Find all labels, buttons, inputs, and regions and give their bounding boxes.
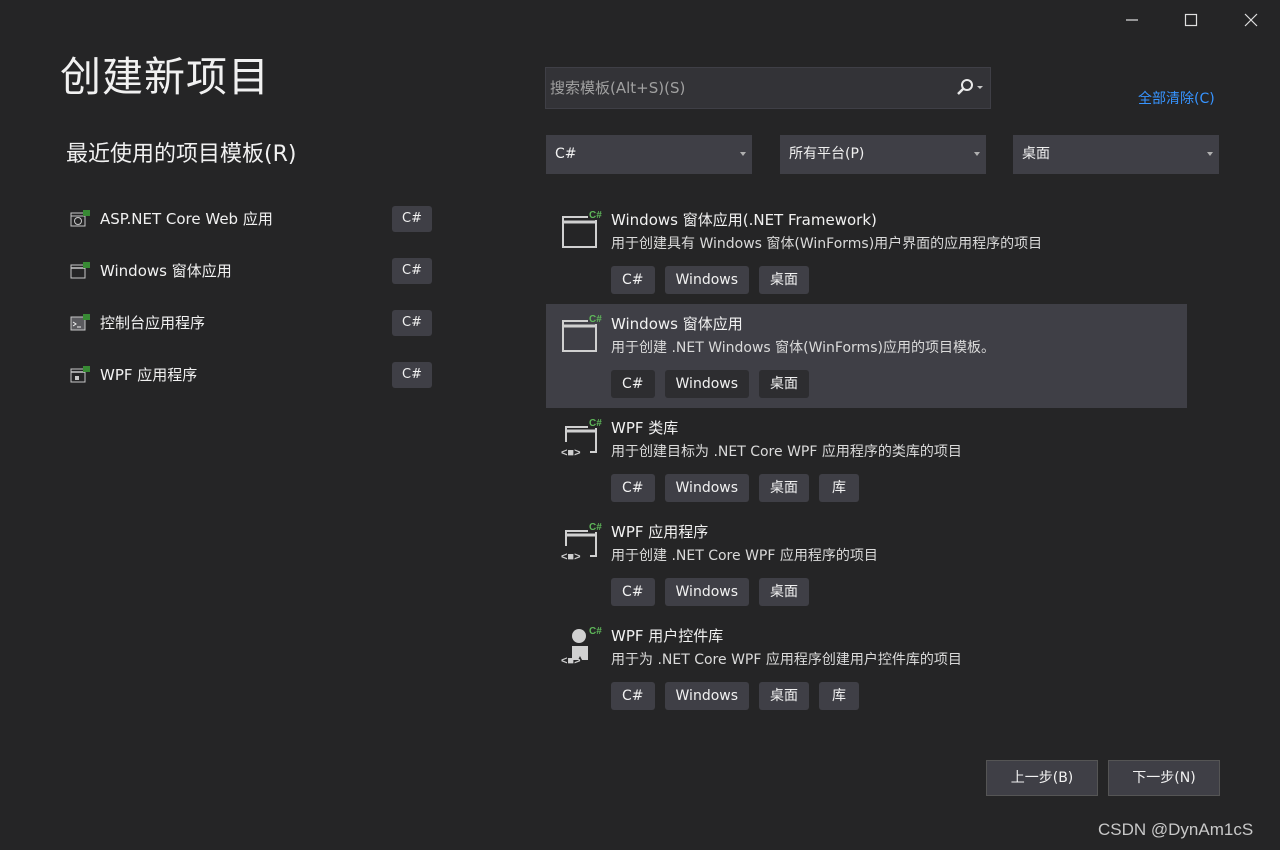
- close-icon: [1244, 13, 1258, 27]
- tag-project-type: 桌面: [759, 578, 810, 606]
- minimize-icon: [1126, 19, 1138, 21]
- template-description: 用于为 .NET Core WPF 应用程序创建用户控件库的项目: [611, 652, 962, 668]
- tag-project-type: 桌面: [759, 370, 810, 398]
- svg-text:C#: C#: [589, 418, 602, 429]
- svg-text:<■>: <■>: [561, 655, 581, 666]
- template-item-wpf-library[interactable]: <■> C# WPF 类库 用于创建目标为 .NET Core WPF 应用程序…: [546, 408, 1187, 512]
- recent-item-console-app[interactable]: 控制台应用程序 C#: [66, 304, 436, 356]
- tag-project-type: 桌面: [759, 266, 810, 294]
- winforms-icon: [70, 262, 90, 279]
- language-tag: C#: [392, 310, 432, 336]
- template-item-wpf-app[interactable]: <■> C# WPF 应用程序 用于创建 .NET Core WPF 应用程序的…: [546, 512, 1187, 616]
- project-type-filter-dropdown[interactable]: 桌面: [1013, 135, 1219, 174]
- page-title: 创建新项目: [60, 53, 270, 101]
- template-tags: C# Windows 桌面: [611, 370, 810, 398]
- recent-item-label: WPF 应用程序: [100, 366, 198, 384]
- wpf-app-icon: [70, 366, 90, 383]
- platform-filter-value: 所有平台(P): [789, 146, 865, 162]
- svg-text:<■>: <■>: [561, 551, 581, 562]
- tag-library: 库: [819, 474, 860, 502]
- minimize-button[interactable]: [1103, 0, 1161, 40]
- tag-platform: Windows: [664, 370, 750, 398]
- template-item-wpf-user-control-library[interactable]: <■> C# WPF 用户控件库 用于为 .NET Core WPF 应用程序创…: [546, 616, 1187, 720]
- svg-text:<■>: <■>: [561, 447, 581, 458]
- recent-item-label: 控制台应用程序: [100, 314, 206, 332]
- template-description: 用于创建 .NET Core WPF 应用程序的项目: [611, 548, 878, 564]
- recent-templates-heading: 最近使用的项目模板(R): [66, 142, 297, 167]
- template-name: WPF 应用程序: [611, 523, 709, 541]
- wpf-app-icon: <■> C#: [561, 521, 602, 562]
- next-button[interactable]: 下一步(N): [1108, 760, 1220, 796]
- tag-language: C#: [611, 266, 655, 294]
- template-item-winforms[interactable]: C# Windows 窗体应用 用于创建 .NET Windows 窗体(Win…: [546, 304, 1187, 408]
- web-app-icon: [70, 210, 90, 227]
- tag-language: C#: [611, 682, 655, 710]
- tag-language: C#: [611, 370, 655, 398]
- maximize-button[interactable]: [1162, 0, 1220, 40]
- template-name: Windows 窗体应用: [611, 315, 743, 333]
- template-tags: C# Windows 桌面 库: [611, 682, 860, 710]
- tag-language: C#: [611, 578, 655, 606]
- svg-text:C#: C#: [589, 522, 602, 533]
- svg-text:C#: C#: [589, 626, 602, 637]
- recent-item-winforms[interactable]: Windows 窗体应用 C#: [66, 252, 436, 304]
- wpf-user-control-icon: <■> C#: [561, 625, 602, 666]
- language-filter-value: C#: [555, 146, 577, 162]
- language-tag: C#: [392, 258, 432, 284]
- recent-templates-list: ASP.NET Core Web 应用 C# Windows 窗体应用 C# 控…: [66, 200, 436, 408]
- tag-language: C#: [611, 474, 655, 502]
- tag-platform: Windows: [664, 578, 750, 606]
- template-tags: C# Windows 桌面: [611, 578, 810, 606]
- chevron-down-icon: [974, 152, 980, 156]
- tag-project-type: 桌面: [759, 474, 810, 502]
- close-button[interactable]: [1222, 0, 1280, 40]
- search-icon: [957, 79, 983, 95]
- tag-platform: Windows: [664, 682, 750, 710]
- project-type-filter-value: 桌面: [1022, 146, 1050, 162]
- language-filter-dropdown[interactable]: C#: [546, 135, 752, 174]
- template-description: 用于创建目标为 .NET Core WPF 应用程序的类库的项目: [611, 444, 962, 460]
- tag-library: 库: [819, 682, 860, 710]
- template-tags: C# Windows 桌面 库: [611, 474, 860, 502]
- template-description: 用于创建 .NET Windows 窗体(WinForms)应用的项目模板。: [611, 340, 995, 356]
- tag-platform: Windows: [664, 474, 750, 502]
- tag-project-type: 桌面: [759, 682, 810, 710]
- svg-text:C#: C#: [589, 210, 602, 221]
- recent-item-aspnet-core-web[interactable]: ASP.NET Core Web 应用 C#: [66, 200, 436, 252]
- template-name: WPF 用户控件库: [611, 627, 724, 645]
- chevron-down-icon: [1207, 152, 1213, 156]
- recent-item-label: Windows 窗体应用: [100, 262, 232, 280]
- watermark: CSDN @DynAm1cS: [1098, 820, 1254, 839]
- recent-item-label: ASP.NET Core Web 应用: [100, 210, 273, 228]
- recent-item-wpf-app[interactable]: WPF 应用程序 C#: [66, 356, 436, 408]
- back-button[interactable]: 上一步(B): [986, 760, 1098, 796]
- winforms-icon: C#: [562, 313, 602, 352]
- search-button[interactable]: [950, 76, 988, 100]
- wpf-library-icon: <■> C#: [561, 417, 602, 458]
- svg-text:C#: C#: [589, 314, 602, 325]
- tag-platform: Windows: [664, 266, 750, 294]
- search-input[interactable]: [550, 68, 945, 108]
- chevron-down-icon: [740, 152, 746, 156]
- language-tag: C#: [392, 206, 432, 232]
- platform-filter-dropdown[interactable]: 所有平台(P): [780, 135, 986, 174]
- console-app-icon: [70, 314, 90, 331]
- template-item-winforms-netfx[interactable]: C# Windows 窗体应用(.NET Framework) 用于创建具有 W…: [546, 200, 1187, 304]
- template-list: C# Windows 窗体应用(.NET Framework) 用于创建具有 W…: [546, 200, 1187, 720]
- template-search-box: [545, 67, 991, 109]
- maximize-icon: [1184, 13, 1198, 27]
- template-tags: C# Windows 桌面: [611, 266, 810, 294]
- template-name: WPF 类库: [611, 419, 679, 437]
- template-description: 用于创建具有 Windows 窗体(WinForms)用户界面的应用程序的项目: [611, 236, 1043, 252]
- language-tag: C#: [392, 362, 432, 388]
- template-name: Windows 窗体应用(.NET Framework): [611, 211, 877, 229]
- winforms-icon: C#: [562, 209, 602, 248]
- clear-all-link[interactable]: 全部清除(C): [1138, 89, 1215, 109]
